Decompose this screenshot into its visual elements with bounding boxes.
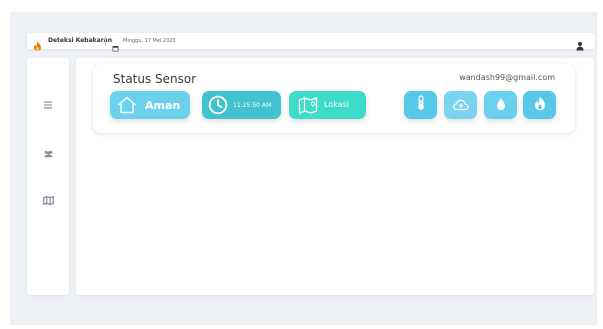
- menu-icon[interactable]: [42, 99, 54, 111]
- fire-sensor-button[interactable]: [523, 91, 556, 119]
- thermometer-icon: [416, 95, 426, 115]
- current-date: Minggu, 17 Mei 2020: [123, 38, 176, 44]
- sidebar: [27, 58, 69, 295]
- temperature-sensor-button[interactable]: [404, 91, 437, 119]
- divider: [105, 36, 106, 46]
- home-icon: [117, 96, 137, 118]
- water-sensor-button[interactable]: [484, 91, 517, 119]
- status-label: Aman: [145, 99, 181, 112]
- users-icon[interactable]: [42, 148, 54, 160]
- status-aman-button[interactable]: Aman: [110, 91, 190, 119]
- calendar-icon: [112, 37, 119, 52]
- map-icon[interactable]: [42, 194, 54, 206]
- clock-icon: [208, 95, 228, 119]
- time-button[interactable]: 11:25:50 AM: [202, 91, 281, 119]
- cloud-icon: [452, 96, 469, 115]
- card-title: Status Sensor: [113, 72, 197, 86]
- app-title: Deteksi Kebakaran: [48, 37, 112, 44]
- user-icon[interactable]: [576, 36, 584, 51]
- status-sensor-card: Status Sensor wandash99@gmail.com Aman 1…: [93, 64, 575, 133]
- water-drop-icon: [496, 96, 506, 115]
- user-email: wandash99@gmail.com: [459, 73, 555, 82]
- lokasi-button[interactable]: Lokasi: [289, 91, 366, 119]
- time-label: 11:25:50 AM: [233, 102, 272, 109]
- cloud-sensor-button[interactable]: [444, 91, 477, 119]
- map-icon: [298, 96, 318, 118]
- lokasi-label: Lokasi: [324, 100, 349, 109]
- fire-icon: [33, 36, 42, 51]
- top-bar: Deteksi Kebakaran Minggu, 17 Mei 2020: [27, 33, 595, 52]
- fire-icon: [534, 96, 546, 115]
